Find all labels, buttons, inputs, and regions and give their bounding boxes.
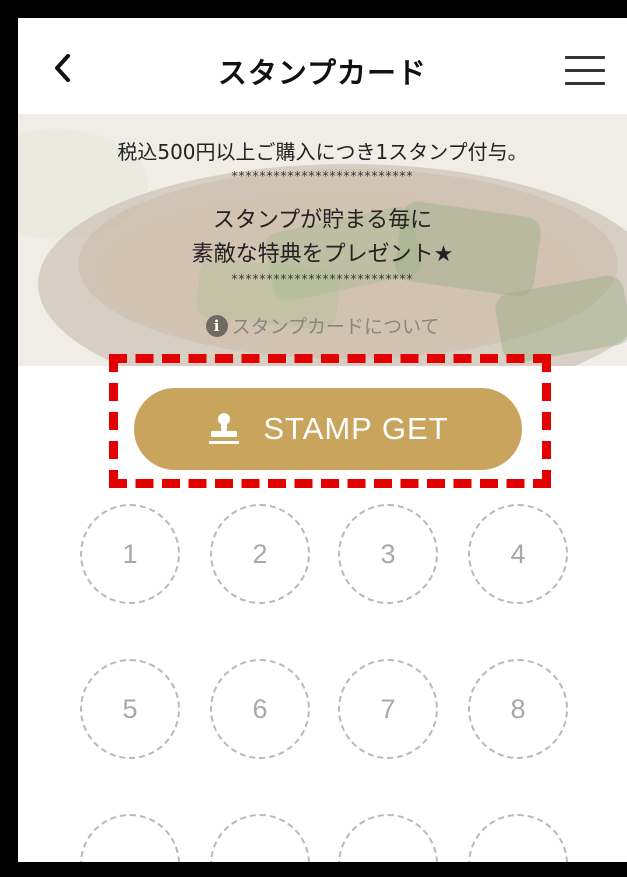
divider-stars: ************************** — [231, 169, 414, 183]
hero-banner: 税込500円以上ご購入につき1スタンプ付与。 *****************… — [18, 114, 627, 366]
stamp-slot: 2 — [210, 504, 310, 604]
menu-button[interactable] — [565, 56, 605, 86]
app-screen: スタンプカード 税込500円以上ご購入につき1スタンプ付与。 *********… — [18, 18, 627, 862]
stamp-slot: 8 — [468, 659, 568, 759]
about-stamp-card-link[interactable]: i スタンプカードについて — [18, 312, 627, 339]
about-link-label: スタンプカードについて — [231, 316, 440, 338]
stamp-slot: 5 — [80, 659, 180, 759]
stamp-condition-text: 税込500円以上ご購入につき1スタンプ付与。 — [117, 140, 528, 164]
stamp-slot — [338, 814, 438, 862]
stamp-get-label: STAMP GET — [263, 411, 449, 446]
page-title: スタンプカード — [217, 56, 428, 90]
stamp-slot — [210, 814, 310, 862]
stamp-slot — [80, 814, 180, 862]
benefit-text-line1: スタンプが貯まる毎に — [212, 208, 433, 233]
stamp-get-button[interactable]: STAMP GET — [134, 388, 522, 470]
stamp-slot: 3 — [338, 504, 438, 604]
stamp-slot: 7 — [338, 659, 438, 759]
divider-stars: ************************** — [231, 272, 414, 286]
device-frame: スタンプカード 税込500円以上ご購入につき1スタンプ付与。 *********… — [0, 0, 627, 877]
hamburger-menu-icon — [565, 56, 605, 59]
app-header: スタンプカード — [18, 18, 627, 114]
benefit-text-line2: 素敵な特典をプレゼント★ — [191, 242, 454, 267]
stamp-slot — [468, 814, 568, 862]
stamp-slot: 4 — [468, 504, 568, 604]
stamp-slot: 1 — [80, 504, 180, 604]
stamp-icon — [209, 413, 240, 444]
info-icon: i — [205, 314, 228, 337]
stamp-slot: 6 — [210, 659, 310, 759]
